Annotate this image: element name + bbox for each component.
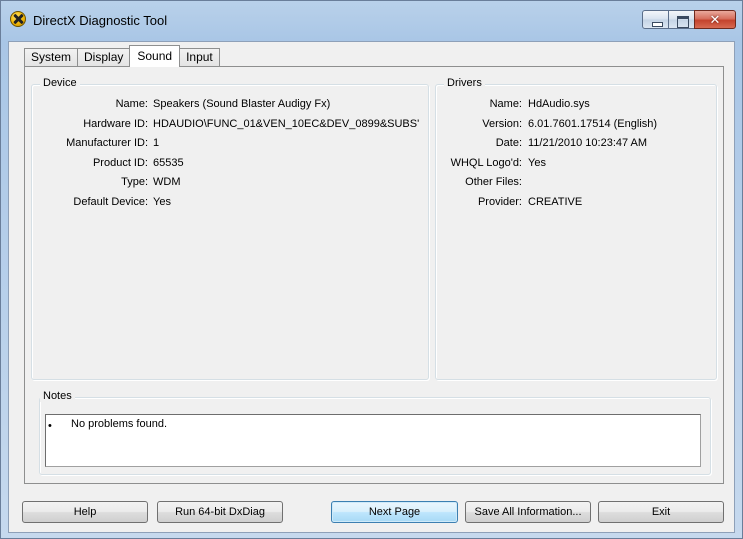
device-name-value: Speakers (Sound Blaster Audigy Fx) [153,98,331,110]
save-all-information-button[interactable]: Save All Information... [465,501,591,523]
window-title: DirectX Diagnostic Tool [33,13,168,28]
next-page-button[interactable]: Next Page [331,501,458,523]
drivers-group: Drivers Name: HdAudio.sys Version: 6.01.… [435,77,717,380]
close-icon: ✕ [709,12,721,27]
whql-label: WHQL Logo'd: [450,157,522,169]
minimize-button[interactable] [642,10,669,29]
client-area: System Display Sound Input Device Name: … [8,41,735,533]
help-button[interactable]: Help [22,501,148,523]
window: DirectX Diagnostic Tool ✕ System Display… [0,0,743,539]
exit-button[interactable]: Exit [598,501,724,523]
maximize-button[interactable] [668,10,695,29]
note-bullet: • [48,420,52,432]
directx-icon [10,11,26,27]
driver-version-label: Version: [482,118,522,130]
default-device-label: Default Device: [73,196,148,208]
tab-system[interactable]: System [24,48,79,67]
provider-value: CREATIVE [528,196,583,208]
product-id-label: Product ID: [92,157,148,169]
tab-strip: System Display Sound Input [24,45,220,67]
type-label: Type: [121,176,148,188]
default-device-value: Yes [153,196,171,208]
type-value: WDM [153,176,181,188]
hardware-id-label: Hardware ID: [83,118,148,130]
tab-sound[interactable]: Sound [129,45,181,67]
drivers-group-title: Drivers [444,77,485,89]
driver-date-label: Date: [495,137,522,149]
sound-tab-panel: Device Name: Speakers (Sound Blaster Aud… [24,66,724,484]
driver-name-value: HdAudio.sys [528,98,590,110]
run-64bit-dxdiag-button[interactable]: Run 64-bit DxDiag [157,501,283,523]
driver-date-value: 11/21/2010 10:23:47 AM [528,137,648,149]
title-bar[interactable]: DirectX Diagnostic Tool ✕ [1,1,742,41]
caption-buttons: ✕ [642,10,736,30]
provider-label: Provider: [477,196,522,208]
tab-display[interactable]: Display [77,48,131,67]
device-name-label: Name: [115,98,148,110]
product-id-value: 65535 [153,157,184,169]
tab-input[interactable]: Input [179,48,220,67]
device-group: Device Name: Speakers (Sound Blaster Aud… [31,77,429,380]
manufacturer-id-label: Manufacturer ID: [66,137,148,149]
minimize-icon [643,11,668,28]
notes-group-title: Notes [40,390,75,402]
hardware-id-value: HDAUDIO\FUNC_01&VEN_10EC&DEV_0899&SUBS' [153,118,420,130]
maximize-icon [669,11,694,28]
notes-group: Notes • No problems found. [39,390,711,475]
notes-text-area[interactable]: • No problems found. [45,414,701,467]
driver-name-label: Name: [489,98,522,110]
other-files-label: Other Files: [465,176,522,188]
device-group-title: Device [40,77,80,89]
driver-version-value: 6.01.7601.17514 (English) [528,118,658,130]
close-button[interactable]: ✕ [694,10,736,29]
note-item: No problems found. [71,418,167,430]
whql-value: Yes [528,157,546,169]
manufacturer-id-value: 1 [153,137,160,149]
